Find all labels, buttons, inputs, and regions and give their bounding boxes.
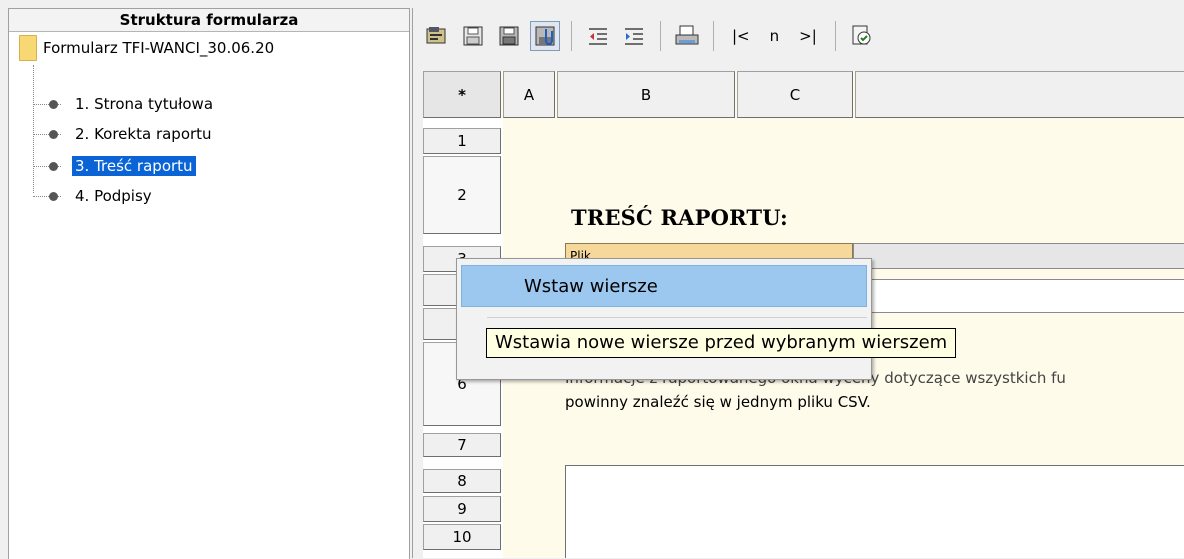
panel-title: Struktura formularza (9, 9, 409, 32)
tree-item-label: 2. Korekta raportu (75, 125, 212, 143)
column-header-b[interactable]: B (557, 71, 735, 118)
indent-in-icon[interactable] (619, 21, 649, 51)
tree-item-tresc-raportu[interactable]: 3. Treść raportu (33, 155, 196, 177)
tree-item-podpisy[interactable]: 4. Podpisy (33, 185, 155, 207)
first-page-button[interactable]: |< (732, 27, 750, 45)
save-as-icon[interactable] (494, 21, 524, 51)
tree-item-label: 4. Podpisy (75, 187, 152, 205)
tree-root-node[interactable]: Formularz TFI-WANCI_30.06.20 (19, 35, 274, 61)
tree-item-label-selected: 3. Treść raportu (72, 156, 196, 176)
row-header-9[interactable]: 9 (423, 496, 501, 522)
menu-separator (487, 317, 867, 318)
info-line-2: powinny znaleźć się w jednym pliku CSV. (565, 393, 871, 411)
toolbar-separator (660, 21, 661, 51)
bullet-icon (49, 99, 58, 109)
bullet-icon (49, 191, 58, 201)
row-header-1[interactable]: 1 (423, 128, 501, 154)
page-n-button[interactable]: n (770, 27, 780, 45)
file-value-cell[interactable] (853, 243, 1184, 269)
last-page-button[interactable]: >| (799, 27, 817, 45)
sheet-title: TREŚĆ RAPORTU: (571, 205, 788, 230)
row-header-7[interactable]: 7 (423, 433, 501, 457)
edit-form-icon[interactable] (422, 21, 452, 51)
toolbar: |< n >| (419, 8, 1184, 64)
row-header-10[interactable]: 10 (423, 524, 501, 550)
validate-icon[interactable] (847, 21, 877, 51)
column-header-c[interactable]: C (737, 71, 853, 118)
toolbar-separator (571, 21, 572, 51)
toolbar-separator (713, 21, 714, 51)
column-header-a[interactable]: A (503, 71, 555, 118)
tooltip: Wstawia nowe wiersze przed wybranym wier… (486, 328, 957, 358)
content-text-area[interactable] (565, 465, 1184, 558)
menu-item-wstaw-wiersze[interactable]: Wstaw wiersze (461, 265, 867, 307)
form-structure-panel: Struktura formularza Formularz TFI-WANCI… (8, 8, 410, 559)
tree-item-strona-tytulowa[interactable]: 1. Strona tytułowa (33, 93, 216, 115)
save-icon[interactable] (458, 21, 488, 51)
select-all-cell[interactable]: * (423, 71, 501, 118)
tree-item-korekta-raportu[interactable]: 2. Korekta raportu (33, 123, 215, 145)
row-header-2[interactable]: 2 (423, 156, 501, 234)
tree-root-label: Formularz TFI-WANCI_30.06.20 (43, 39, 275, 57)
indent-out-icon[interactable] (583, 21, 613, 51)
attachment-save-icon[interactable] (530, 21, 560, 51)
row-header-8[interactable]: 8 (423, 469, 501, 493)
context-menu: Wstaw wiersze (456, 258, 872, 380)
tree-item-label: 1. Strona tytułowa (75, 95, 214, 113)
bullet-icon (49, 129, 58, 139)
column-header-rest (855, 71, 1184, 118)
folder-icon (19, 35, 37, 61)
toolbar-separator (834, 21, 836, 51)
print-icon[interactable] (672, 21, 702, 51)
bullet-icon (49, 161, 58, 171)
